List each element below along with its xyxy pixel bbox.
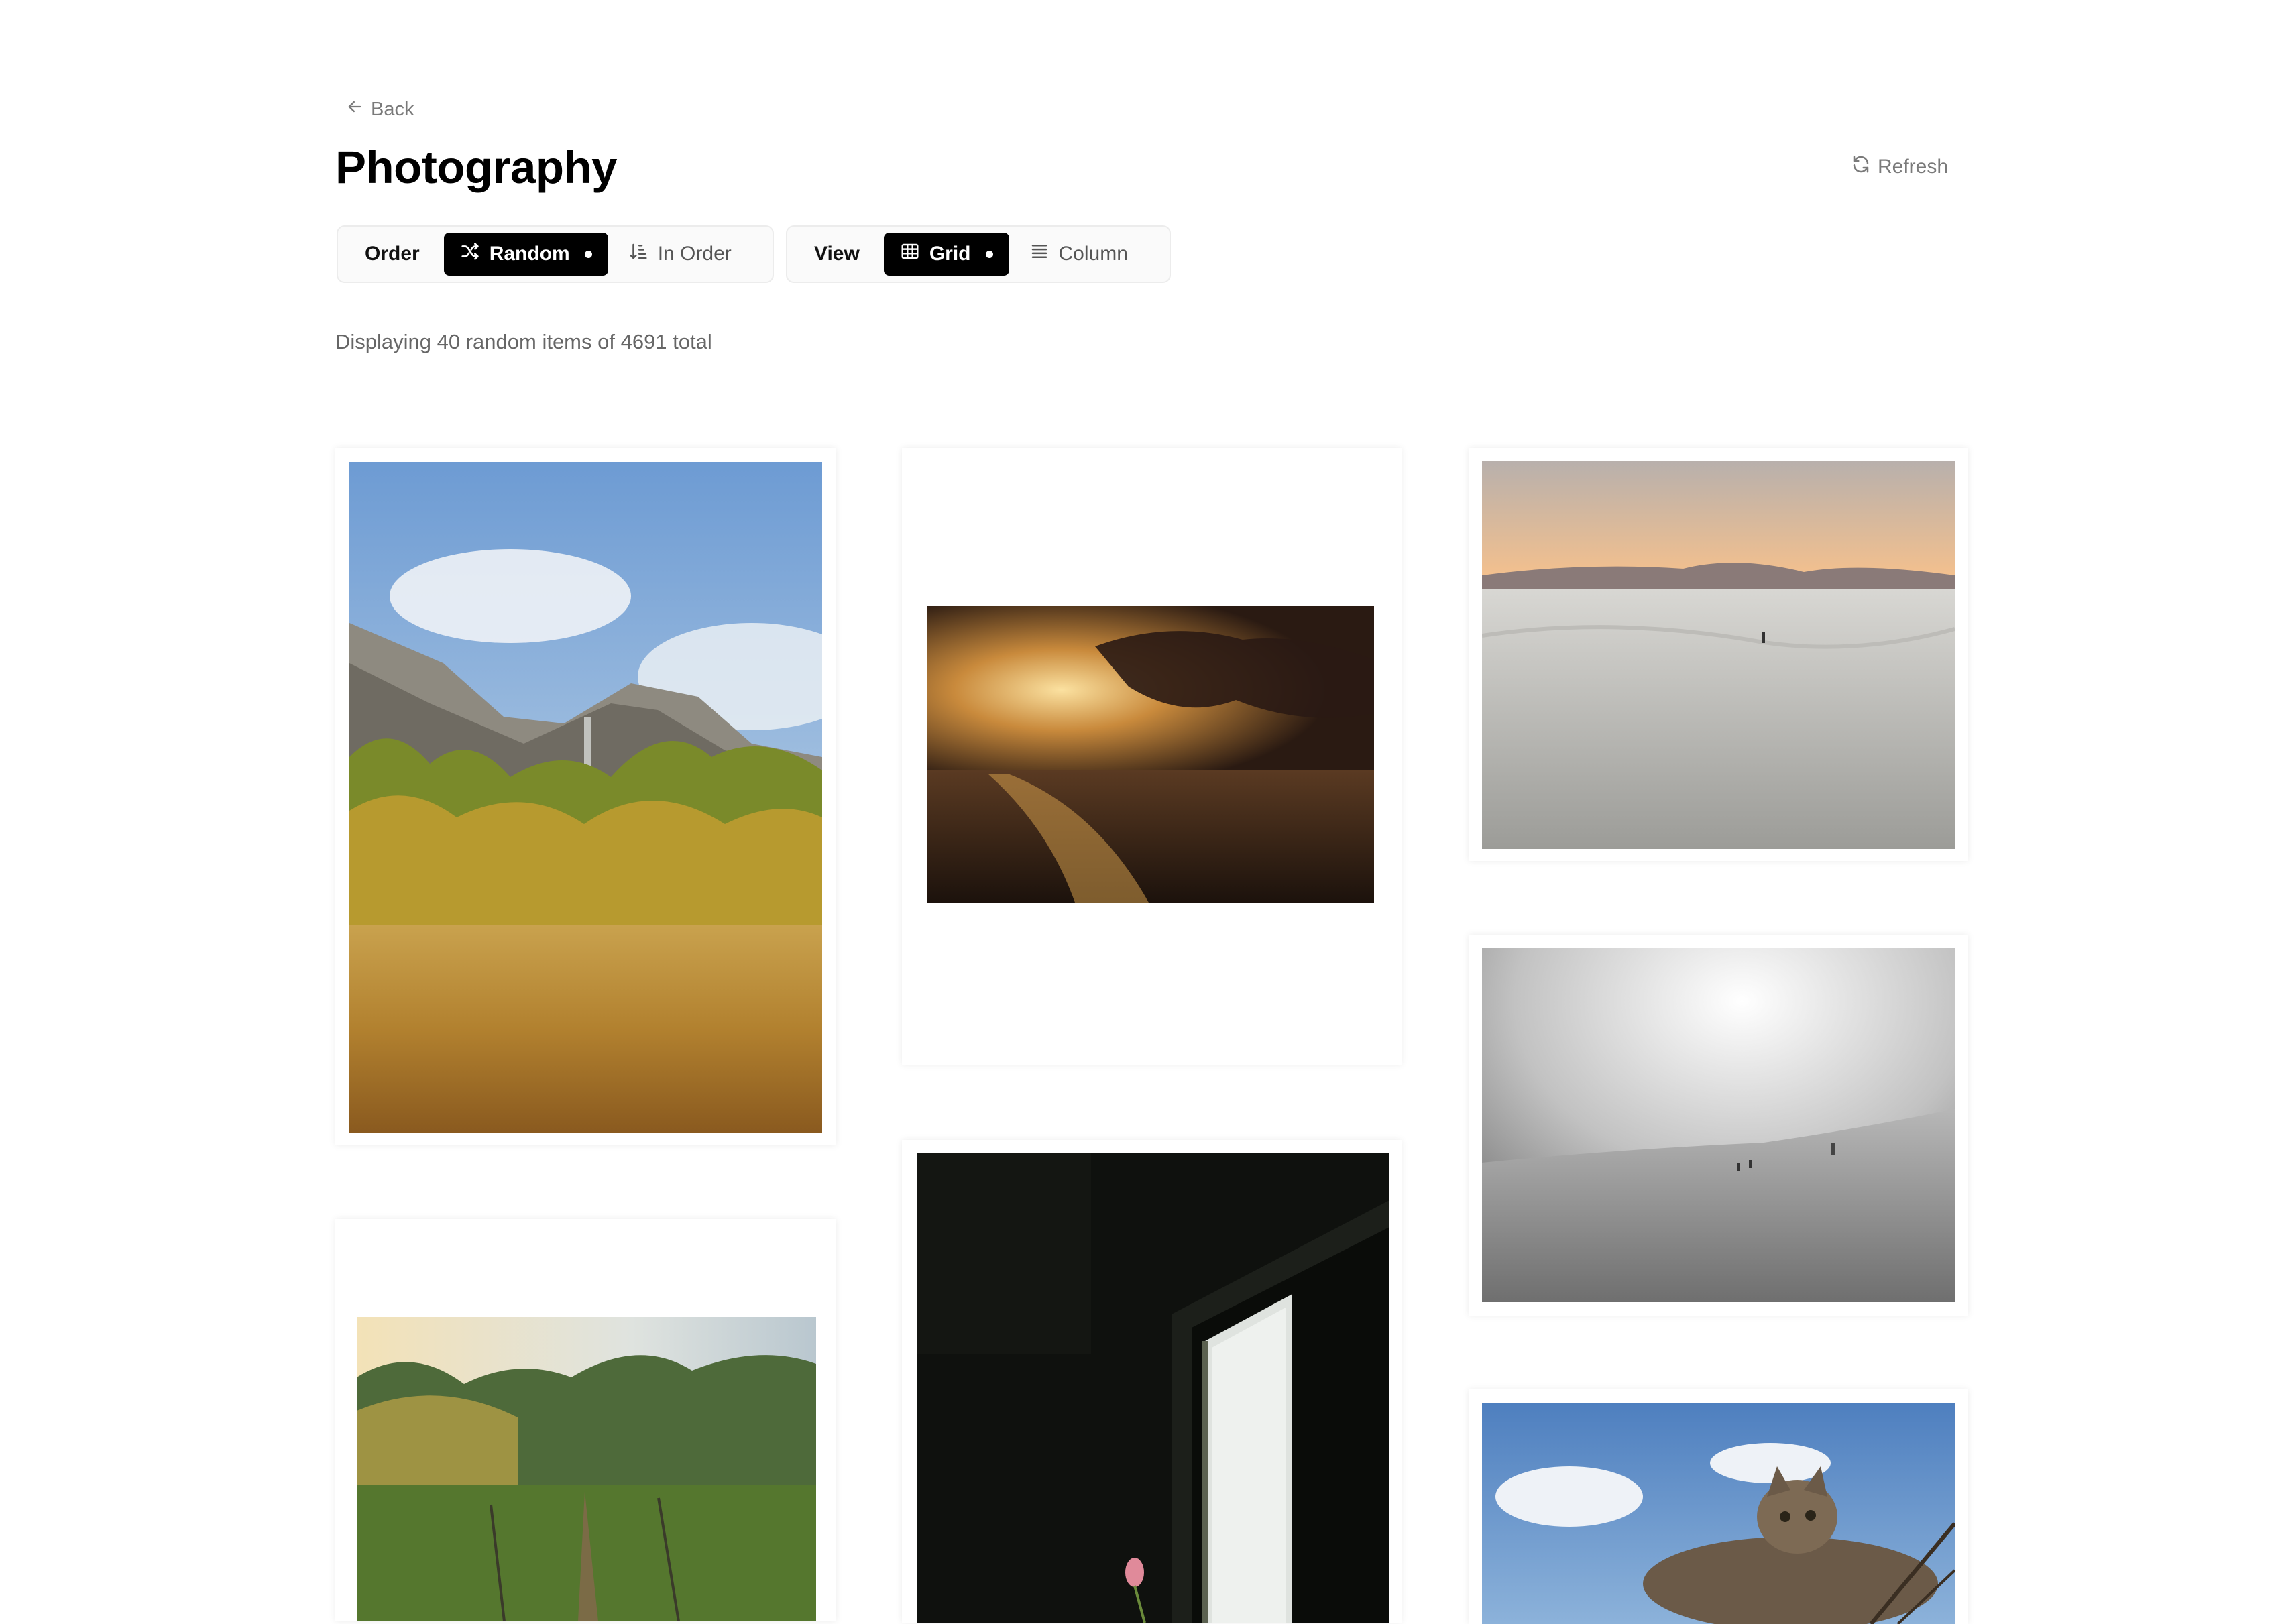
photo-card[interactable] bbox=[1469, 1389, 1968, 1624]
refresh-button[interactable]: Refresh bbox=[1851, 154, 1948, 180]
photo-card[interactable] bbox=[1469, 448, 1968, 861]
photo-image bbox=[927, 606, 1374, 903]
order-control: Order Random In Order bbox=[337, 225, 774, 283]
sort-icon bbox=[628, 241, 648, 267]
shuffle-icon bbox=[460, 241, 480, 267]
order-in-order-label: In Order bbox=[657, 243, 732, 265]
back-label: Back bbox=[371, 98, 414, 120]
results-status-text: Displaying 40 random items of 4691 total bbox=[335, 330, 712, 353]
view-column-label: Column bbox=[1058, 243, 1128, 265]
view-label: View bbox=[814, 243, 860, 265]
view-control: View Grid Column bbox=[786, 225, 1171, 283]
grid-icon bbox=[900, 241, 920, 267]
refresh-icon bbox=[1851, 154, 1871, 180]
back-link[interactable]: Back bbox=[345, 97, 414, 121]
photo-image bbox=[1482, 1403, 1955, 1624]
photo-image bbox=[357, 1317, 816, 1621]
view-grid-label: Grid bbox=[929, 243, 971, 265]
active-indicator-dot bbox=[985, 250, 993, 258]
photo-card[interactable] bbox=[902, 448, 1402, 1065]
arrow-left-icon bbox=[345, 97, 364, 121]
view-column-button[interactable]: Column bbox=[1013, 233, 1144, 276]
photo-image bbox=[1482, 948, 1955, 1302]
order-label: Order bbox=[365, 243, 420, 265]
page-title: Photography bbox=[335, 141, 618, 193]
order-in-order-button[interactable]: In Order bbox=[612, 233, 748, 276]
photo-image bbox=[349, 462, 822, 1133]
photo-image bbox=[917, 1153, 1389, 1623]
photo-card[interactable] bbox=[902, 1140, 1402, 1623]
refresh-label: Refresh bbox=[1878, 156, 1949, 178]
photo-card[interactable] bbox=[335, 448, 836, 1145]
list-icon bbox=[1029, 241, 1049, 267]
order-random-button[interactable]: Random bbox=[443, 233, 608, 276]
photo-image bbox=[1482, 461, 1955, 849]
view-grid-button[interactable]: Grid bbox=[883, 233, 1009, 276]
photo-card[interactable] bbox=[1469, 935, 1968, 1316]
order-random-label: Random bbox=[489, 243, 570, 265]
photo-card[interactable] bbox=[335, 1219, 836, 1621]
active-indicator-dot bbox=[584, 250, 592, 258]
